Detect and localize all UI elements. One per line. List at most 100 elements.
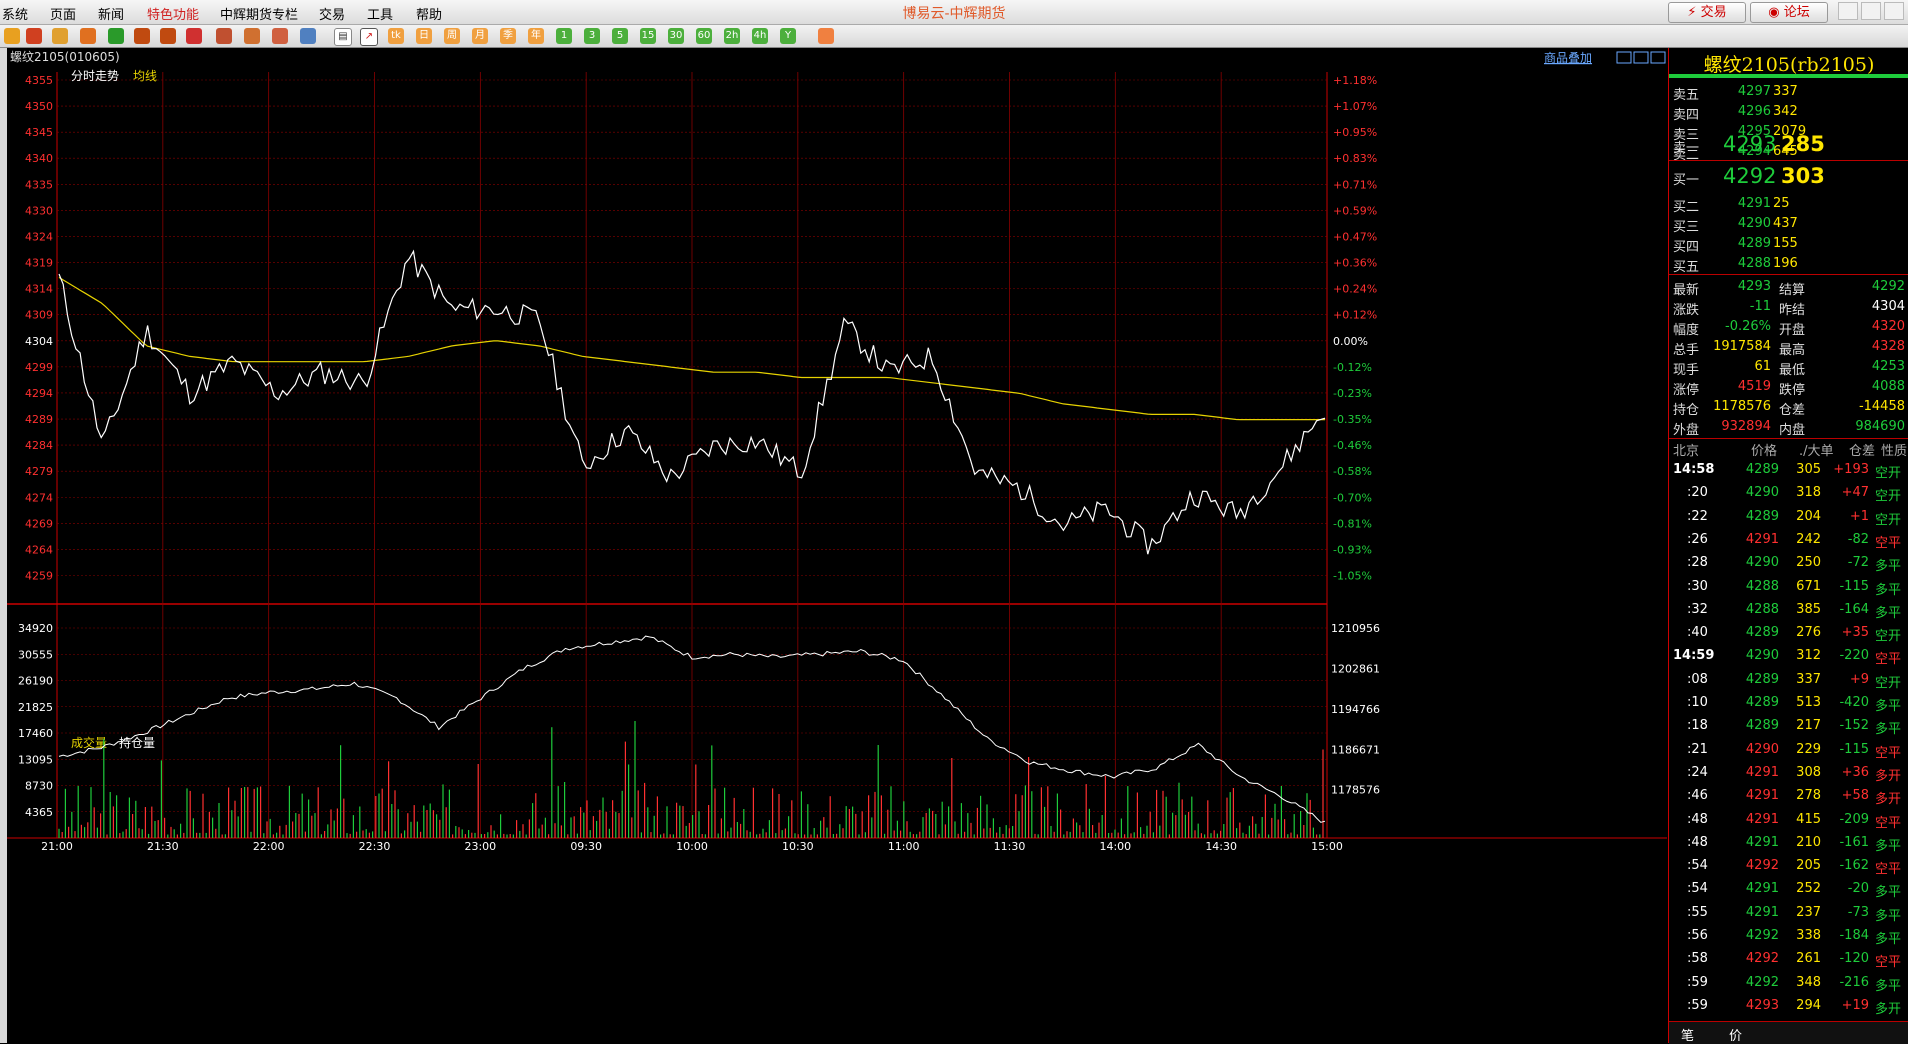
period-5m-button[interactable]: 5 (612, 28, 628, 44)
calculator-icon[interactable] (818, 28, 834, 44)
volume-tick: 30555 (18, 648, 53, 661)
left-sidebar-strip[interactable] (0, 48, 7, 1043)
ask-row[interactable]: 卖一 4293 285 (1669, 132, 1908, 158)
tick-volume: 338 (1796, 928, 1821, 943)
period-day-button[interactable]: 日 (416, 28, 432, 44)
period-month-button[interactable]: 月 (472, 28, 488, 44)
price-tick: 4269 (25, 517, 53, 530)
tick-time: 14:58 (1673, 462, 1715, 477)
tick-row: :10 4289 513 -420 多平 (1669, 695, 1908, 717)
table-icon[interactable]: ▤ (334, 28, 352, 46)
window-icon[interactable] (186, 28, 202, 44)
stat-label: 最高 (1779, 343, 1806, 358)
stat-label: 最低 (1779, 363, 1806, 378)
tick-icon[interactable]: tk (388, 28, 404, 44)
bid-row[interactable]: 买四 4289 155 (1669, 234, 1908, 255)
overlay-link[interactable]: 商品叠加 (1544, 50, 1592, 65)
tick-row: :28 4290 250 -72 多平 (1669, 555, 1908, 577)
minimize-button[interactable] (1838, 2, 1858, 20)
intraday-chart-icon[interactable]: ↗ (360, 28, 378, 46)
period-2h-button[interactable]: 2h (724, 28, 740, 44)
tools-icon[interactable] (300, 28, 316, 44)
tick-oi-change: +35 (1841, 625, 1869, 641)
bid-row[interactable]: 买一 4292 303 (1669, 164, 1908, 190)
tick-row: :59 4292 348 -216 多平 (1669, 975, 1908, 997)
tick-time: :48 (1687, 834, 1708, 850)
tick-row: :30 4288 671 -115 多平 (1669, 579, 1908, 601)
period-15m-button[interactable]: 15 (640, 28, 656, 44)
menu-page[interactable]: 页面 (50, 4, 76, 23)
tick-volume: 385 (1796, 601, 1821, 617)
zoom-in-icon[interactable] (134, 28, 150, 44)
tab-trades[interactable]: 笔 (1681, 1025, 1694, 1044)
tick-time: :59 (1687, 997, 1708, 1013)
tick-row: :54 4292 205 -162 空平 (1669, 858, 1908, 880)
back-icon[interactable] (4, 28, 20, 44)
bid-row[interactable]: 买二 4291 25 (1669, 194, 1908, 215)
percent-tick: +0.95% (1333, 126, 1377, 139)
tick-price: 4289 (1745, 625, 1779, 641)
menu-system[interactable]: 系统 (2, 4, 28, 23)
folder-icon[interactable] (80, 28, 96, 44)
tick-price: 4289 (1745, 508, 1779, 524)
notebook-icon[interactable] (52, 28, 68, 44)
period-1m-button[interactable]: 1 (556, 28, 572, 44)
period-quarter-button[interactable]: 季 (500, 28, 516, 44)
period-30m-button[interactable]: 30 (668, 28, 684, 44)
forum-button[interactable]: ◉ 论坛 (1750, 2, 1828, 23)
menu-features[interactable]: 特色功能 (147, 4, 199, 23)
tick-oi-change: -184 (1839, 928, 1869, 943)
tick-header-price: 价格 (1751, 444, 1778, 459)
ask-row[interactable]: 卖四 4296 342 (1669, 102, 1908, 123)
ask-volume: 342 (1773, 104, 1798, 119)
stat-label: 外盘 (1673, 423, 1700, 438)
stat-value: 1178576 (1713, 399, 1771, 414)
price-tick: 4330 (25, 204, 53, 217)
home-icon[interactable] (26, 28, 42, 44)
tick-price: 4291 (1745, 764, 1779, 780)
menu-news[interactable]: 新闻 (98, 4, 124, 23)
tick-nature: 空平 (1875, 535, 1902, 551)
period-3m-button[interactable]: 3 (584, 28, 600, 44)
bid-row[interactable]: 买五 4288 196 (1669, 254, 1908, 275)
filter-icon[interactable] (272, 28, 288, 44)
menu-tools[interactable]: 工具 (367, 4, 393, 23)
tick-nature: 多平 (1875, 582, 1902, 598)
tick-nature: 多平 (1875, 559, 1902, 575)
ask-row[interactable]: 卖五 4297 337 (1669, 82, 1908, 103)
menu-trade[interactable]: 交易 (319, 4, 345, 23)
open-interest-tick: 1202861 (1331, 662, 1380, 675)
eraser-icon[interactable] (244, 28, 260, 44)
close-button[interactable] (1884, 2, 1904, 20)
menu-help[interactable]: 帮助 (416, 4, 442, 23)
maximize-button[interactable] (1861, 2, 1881, 20)
zoom-out-icon[interactable] (160, 28, 176, 44)
period-60m-button[interactable]: 60 (696, 28, 712, 44)
period-year-button[interactable]: 年 (528, 28, 544, 44)
trade-button[interactable]: ⚡ 交易 (1668, 2, 1746, 23)
tick-price: 4291 (1745, 881, 1779, 897)
tick-row: :54 4291 252 -20 多平 (1669, 881, 1908, 903)
tick-oi-change: -152 (1839, 718, 1869, 734)
menu-zhonghui-column[interactable]: 中辉期货专栏 (220, 4, 298, 23)
tick-row: :20 4290 318 +47 空开 (1669, 485, 1908, 507)
bid-row[interactable]: 买三 4290 437 (1669, 214, 1908, 235)
period-4h-button[interactable]: 4h (752, 28, 768, 44)
tick-volume: 205 (1796, 858, 1821, 874)
open-interest-tick: 1194766 (1331, 703, 1380, 716)
pen-icon[interactable] (216, 28, 232, 44)
tick-volume: 278 (1796, 788, 1821, 804)
tick-time: :48 (1687, 811, 1708, 827)
ask-price: 4293 (1723, 132, 1777, 156)
refresh-icon[interactable] (108, 28, 124, 44)
intraday-chart[interactable]: 螺纹2105(010605) 商品叠加 分时走势 均线 成交量 持仓量 4355… (7, 48, 1667, 1043)
period-custom-button[interactable]: Y (780, 28, 796, 44)
stat-label: 涨停 (1673, 383, 1700, 398)
period-week-button[interactable]: 周 (444, 28, 460, 44)
price-tick: 4259 (25, 569, 53, 582)
tick-oi-change: +36 (1841, 764, 1869, 780)
tick-price: 4289 (1745, 462, 1779, 477)
tab-prices[interactable]: 价 (1729, 1025, 1742, 1044)
bid-volume: 25 (1773, 196, 1790, 211)
price-tick: 4304 (25, 335, 53, 348)
